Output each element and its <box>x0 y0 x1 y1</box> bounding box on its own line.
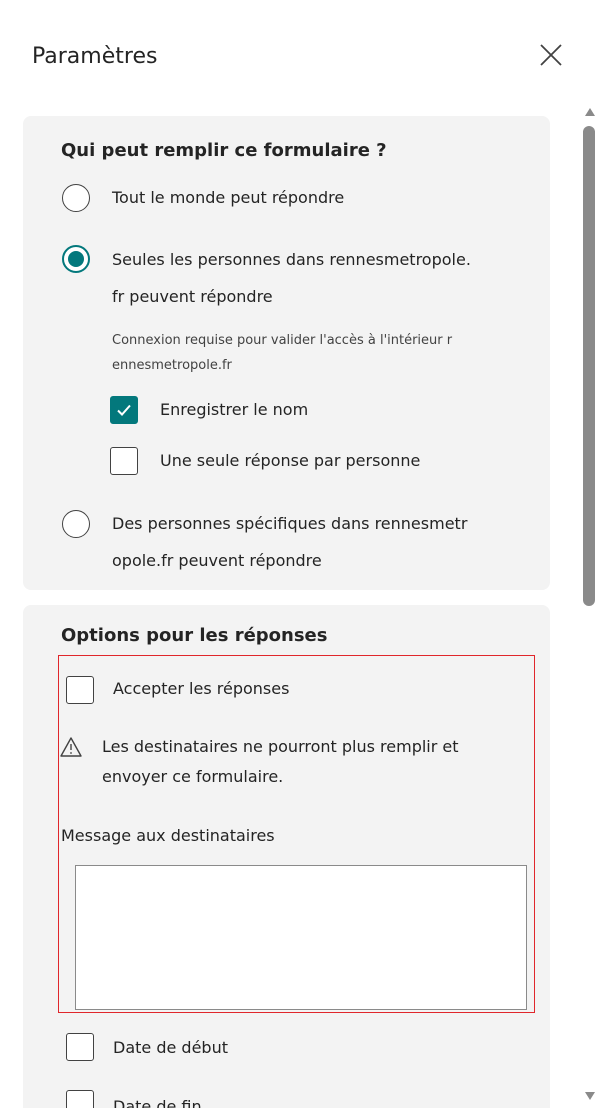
close-icon <box>540 44 562 66</box>
one-response-label: Une seule réponse par personne <box>160 451 421 470</box>
radio-org-only[interactable] <box>62 245 90 273</box>
scroll-thumb[interactable] <box>583 126 595 606</box>
close-button[interactable] <box>536 40 566 70</box>
accept-responses-checkbox[interactable] <box>66 676 94 704</box>
panel-title: Paramètres <box>32 44 158 69</box>
one-response-checkbox[interactable] <box>110 447 138 475</box>
scroll-down-arrow-icon[interactable] <box>585 1092 595 1100</box>
accept-responses-label: Accepter les réponses <box>113 679 290 698</box>
checkmark-icon <box>117 404 131 416</box>
start-date-checkbox[interactable] <box>66 1033 94 1061</box>
message-textarea[interactable] <box>75 865 527 1010</box>
warning-line2: envoyer ce formulaire. <box>102 767 284 786</box>
radio-org-only-label-line2: fr peuvent répondre <box>112 287 273 306</box>
record-name-checkbox[interactable] <box>110 396 138 424</box>
response-options-heading: Options pour les réponses <box>61 625 328 646</box>
radio-specific-label-line2: opole.fr peuvent répondre <box>112 551 322 570</box>
scrollbar[interactable] <box>578 104 600 1108</box>
end-date-label: Date de fin <box>113 1097 202 1108</box>
radio-specific-people[interactable] <box>62 510 90 538</box>
radio-everyone-label: Tout le monde peut répondre <box>112 188 345 207</box>
end-date-checkbox[interactable] <box>66 1090 94 1108</box>
who-can-fill-heading: Qui peut remplir ce formulaire ? <box>61 140 387 161</box>
start-date-label: Date de début <box>113 1038 228 1057</box>
radio-org-only-label-line1: Seules les personnes dans rennesmetropol… <box>112 250 471 269</box>
settings-panel: Paramètres Qui peut remplir ce formulair… <box>0 0 600 1108</box>
login-hint-line1: Connexion requise pour valider l'accès à… <box>112 333 453 348</box>
warning-line1: Les destinataires ne pourront plus rempl… <box>102 737 459 756</box>
login-hint-line2: ennesmetropole.fr <box>112 358 232 373</box>
message-label: Message aux destinataires <box>61 826 275 845</box>
warning-triangle-icon <box>60 737 82 757</box>
record-name-label: Enregistrer le nom <box>160 400 309 419</box>
radio-everyone[interactable] <box>62 184 90 212</box>
scroll-up-arrow-icon[interactable] <box>585 108 595 116</box>
radio-specific-label-line1: Des personnes spécifiques dans rennesmet… <box>112 514 468 533</box>
closed-warning-text: Les destinataires ne pourront plus rempl… <box>102 732 522 792</box>
